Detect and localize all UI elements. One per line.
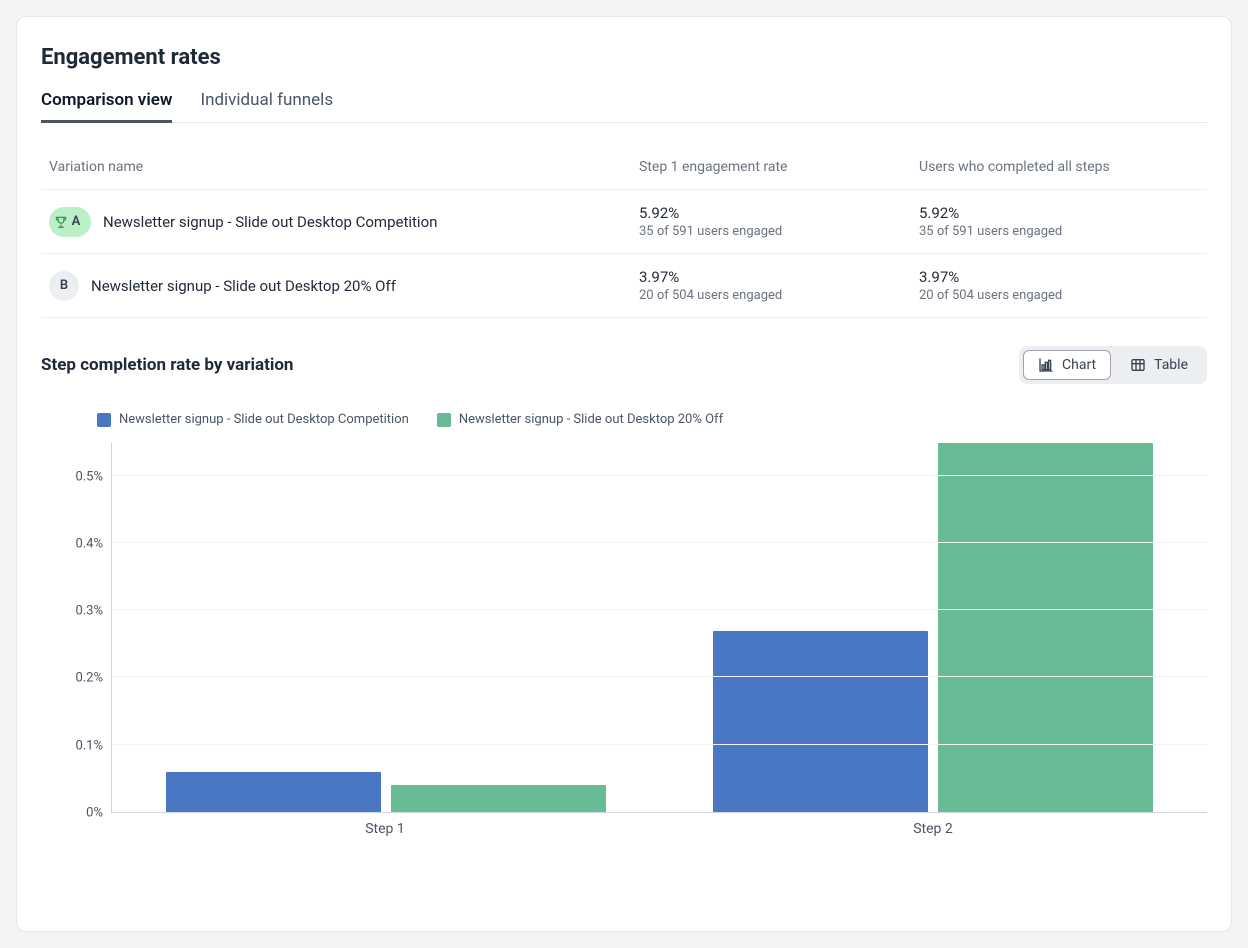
grid-line <box>112 475 1207 476</box>
chart-area: 0%0.1%0.2%0.3%0.4%0.5% <box>41 443 1207 813</box>
y-tick-label: 0.3% <box>75 604 103 619</box>
toggle-chart-label: Chart <box>1062 357 1096 373</box>
bar <box>391 785 606 812</box>
legend-swatch-b <box>437 413 451 427</box>
view-tabs: Comparison view Individual funnels <box>41 88 1207 123</box>
variation-letter: A <box>72 214 81 229</box>
bar <box>166 772 381 812</box>
bar-chart-icon <box>1038 357 1054 373</box>
legend-label-b: Newsletter signup - Slide out Desktop 20… <box>459 412 723 427</box>
step1-sub: 35 of 591 users engaged <box>639 224 899 239</box>
step1-metric: 5.92% 35 of 591 users engaged <box>639 204 899 239</box>
variation-badge: B <box>49 271 79 301</box>
y-tick-label: 0% <box>86 806 103 821</box>
grid-line <box>112 676 1207 677</box>
tab-comparison-view[interactable]: Comparison view <box>41 88 172 123</box>
plot-area <box>111 443 1207 813</box>
trophy-icon <box>54 215 68 229</box>
bar <box>938 443 1153 812</box>
table-header-row: Variation name Step 1 engagement rate Us… <box>41 129 1207 190</box>
legend-swatch-a <box>97 413 111 427</box>
step1-pct: 5.92% <box>639 204 899 222</box>
legend-item-b: Newsletter signup - Slide out Desktop 20… <box>437 412 723 427</box>
chart-table-toggle: Chart Table <box>1019 346 1207 384</box>
grid-line <box>112 542 1207 543</box>
y-tick-label: 0.1% <box>75 738 103 753</box>
variation-cell: A Newsletter signup - Slide out Desktop … <box>49 207 619 237</box>
legend-item-a: Newsletter signup - Slide out Desktop Co… <box>97 412 409 427</box>
step1-sub: 20 of 504 users engaged <box>639 288 899 303</box>
legend-label-a: Newsletter signup - Slide out Desktop Co… <box>119 412 409 427</box>
bar-group <box>112 443 660 812</box>
table-icon <box>1130 357 1146 373</box>
y-tick-label: 0.5% <box>75 469 103 484</box>
allsteps-sub: 35 of 591 users engaged <box>919 224 1199 239</box>
variations-table: Variation name Step 1 engagement rate Us… <box>41 129 1207 318</box>
winner-badge: A <box>49 207 91 237</box>
x-tick-label: Step 2 <box>659 821 1207 837</box>
engagement-rates-card: Engagement rates Comparison view Individ… <box>16 16 1232 932</box>
table-row: B Newsletter signup - Slide out Desktop … <box>41 254 1207 318</box>
allsteps-metric: 5.92% 35 of 591 users engaged <box>919 204 1199 239</box>
allsteps-sub: 20 of 504 users engaged <box>919 288 1199 303</box>
step1-pct: 3.97% <box>639 268 899 286</box>
col-completed-all: Users who completed all steps <box>919 159 1199 175</box>
variation-cell: B Newsletter signup - Slide out Desktop … <box>49 271 619 301</box>
step1-metric: 3.97% 20 of 504 users engaged <box>639 268 899 303</box>
chart-title: Step completion rate by variation <box>41 355 293 375</box>
bar <box>713 631 928 812</box>
allsteps-metric: 3.97% 20 of 504 users engaged <box>919 268 1199 303</box>
bar-groups <box>112 443 1207 812</box>
allsteps-pct: 5.92% <box>919 204 1199 222</box>
variation-letter: B <box>60 278 68 293</box>
chart-legend: Newsletter signup - Slide out Desktop Co… <box>97 412 1207 427</box>
table-row: A Newsletter signup - Slide out Desktop … <box>41 190 1207 254</box>
col-variation-name: Variation name <box>49 159 619 175</box>
bar-group <box>660 443 1208 812</box>
chart-section-header: Step completion rate by variation Chart … <box>41 346 1207 384</box>
variation-name: Newsletter signup - Slide out Desktop 20… <box>91 277 396 295</box>
allsteps-pct: 3.97% <box>919 268 1199 286</box>
y-tick-label: 0.4% <box>75 536 103 551</box>
x-tick-label: Step 1 <box>111 821 659 837</box>
y-tick-label: 0.2% <box>75 671 103 686</box>
toggle-chart-button[interactable]: Chart <box>1023 350 1111 380</box>
toggle-table-label: Table <box>1154 357 1188 373</box>
tab-individual-funnels[interactable]: Individual funnels <box>200 88 333 123</box>
variation-name: Newsletter signup - Slide out Desktop Co… <box>103 213 437 231</box>
page-title: Engagement rates <box>41 45 1207 70</box>
col-step1-rate: Step 1 engagement rate <box>639 159 899 175</box>
y-axis: 0%0.1%0.2%0.3%0.4%0.5% <box>41 443 111 813</box>
toggle-table-button[interactable]: Table <box>1115 350 1203 380</box>
x-axis: Step 1Step 2 <box>111 821 1207 837</box>
grid-line <box>112 609 1207 610</box>
grid-line <box>112 744 1207 745</box>
